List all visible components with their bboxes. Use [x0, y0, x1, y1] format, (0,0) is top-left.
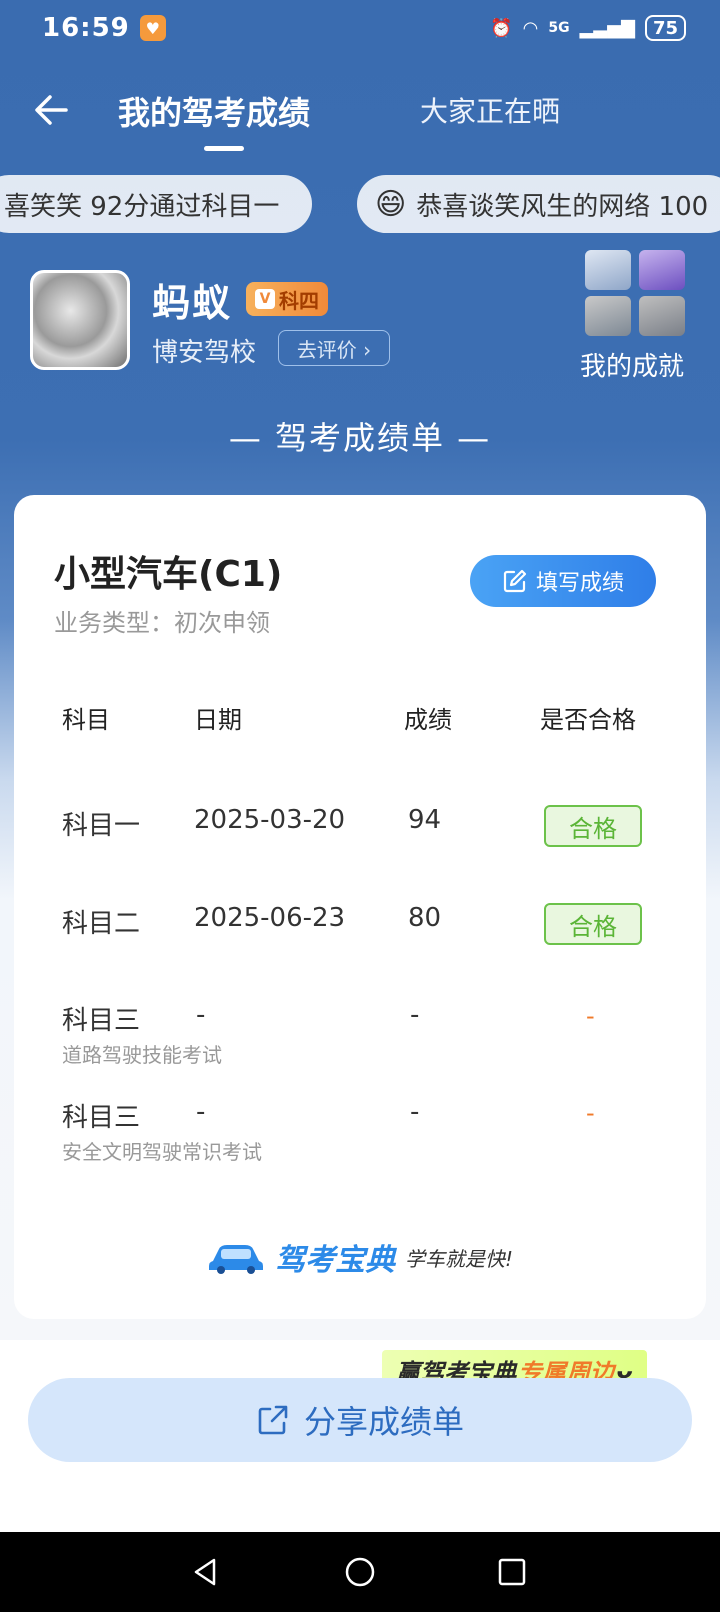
grin-emoji-icon: 😄	[375, 186, 407, 222]
achievements-button[interactable]: 我的成就	[580, 250, 690, 390]
row-score: -	[410, 1097, 420, 1127]
network-type: 5G	[548, 20, 570, 36]
score-sheet-heading: — 驾考成绩单 —	[228, 419, 492, 457]
tab-my-scores[interactable]: 我的驾考成绩	[118, 88, 310, 134]
row-date: -	[196, 1097, 206, 1127]
rate-school-button[interactable]: 去评价 ›	[278, 330, 390, 366]
achievement-label: 我的成就	[579, 352, 684, 382]
brand-logo: 驾考宝典 学车就是快!	[14, 1235, 706, 1279]
avatar[interactable]	[30, 270, 130, 370]
row-date: 2025-03-20	[194, 805, 346, 835]
ticker-text: 恭喜谈笑风生的网络 100	[416, 191, 709, 222]
system-home-icon[interactable]	[344, 1556, 376, 1588]
wifi-icon: ◠	[522, 17, 539, 39]
business-type: 业务类型：初次申领	[54, 609, 270, 637]
level-badge: V 科四	[246, 282, 328, 316]
row-status: -	[586, 1002, 595, 1030]
row-score: 80	[408, 903, 442, 933]
row-date: 2025-06-23	[194, 903, 346, 933]
fill-score-label: 填写成绩	[535, 571, 624, 596]
pass-status-badge: 合格	[544, 805, 642, 847]
medal-badge-icon	[585, 296, 631, 336]
row-subject: 科目二	[62, 909, 141, 939]
car-logo-icon	[208, 1245, 263, 1274]
battery-indicator: 75	[644, 15, 686, 41]
fill-score-button[interactable]: 填写成绩	[470, 555, 656, 607]
status-bar: 16:59 ♥ ⏰ ◠ 5G ▂▃▅▇ 75	[0, 0, 720, 56]
ticker-text: 喜笑笑 92分通过科目一	[4, 191, 280, 222]
notification-heart-icon: ♥	[139, 15, 166, 41]
row-subject-note: 安全文明驾驶常识考试	[62, 1140, 262, 1164]
level-text: 科四	[279, 288, 319, 313]
medal-badge-icon	[639, 250, 685, 290]
share-scoresheet-button[interactable]: 分享成绩单	[28, 1378, 692, 1462]
tab-everyone-sharing[interactable]: 大家正在晒	[420, 90, 560, 130]
signal-icon: ▂▃▅▇	[579, 17, 635, 39]
row-status: -	[586, 1099, 595, 1127]
achievement-medals	[580, 250, 690, 336]
system-back-icon[interactable]	[190, 1556, 222, 1588]
edit-icon	[503, 569, 527, 593]
username: 蚂蚁	[152, 281, 233, 325]
row-date: -	[196, 1000, 206, 1030]
header-passed: 是否合格	[540, 706, 636, 734]
header-subject: 科目	[62, 706, 110, 734]
share-icon	[258, 1405, 288, 1435]
row-subject: 科目一	[62, 811, 141, 841]
back-arrow-icon[interactable]	[30, 88, 74, 132]
brand-name: 驾考宝典	[274, 1243, 395, 1278]
row-score: 94	[408, 805, 442, 835]
status-time: 16:59	[42, 13, 130, 43]
medal-badge-icon	[639, 296, 685, 336]
header-score: 成绩	[404, 706, 452, 734]
row-subject: 科目三	[62, 1006, 141, 1036]
row-score: -	[410, 1000, 420, 1030]
system-navigation-bar	[0, 1532, 720, 1612]
header-date: 日期	[194, 706, 242, 734]
top-navigation: 我的驾考成绩 大家正在晒	[0, 70, 720, 151]
tab-active-indicator	[204, 146, 244, 151]
row-subject-note: 道路驾驶技能考试	[62, 1043, 222, 1067]
share-label: 分享成绩单	[303, 1403, 464, 1441]
ticker-item: 喜笑笑 92分通过科目一	[0, 175, 312, 233]
medal-badge-icon	[585, 250, 631, 290]
vehicle-class: 小型汽车(C1)	[54, 554, 283, 595]
driving-school-name: 博安驾校	[152, 338, 257, 368]
row-subject: 科目三	[62, 1103, 141, 1133]
pass-status-badge: 合格	[544, 903, 642, 945]
v-badge-icon: V	[255, 289, 275, 309]
ticker-item: 😄 恭喜谈笑风生的网络 100	[357, 175, 720, 233]
alarm-icon: ⏰	[490, 17, 513, 39]
score-card: 小型汽车(C1) 业务类型：初次申领 填写成绩 科目 日期 成绩 是否合格 科目…	[14, 495, 706, 1319]
system-recent-apps-icon[interactable]	[496, 1556, 528, 1588]
brand-slogan: 学车就是快!	[404, 1246, 514, 1271]
